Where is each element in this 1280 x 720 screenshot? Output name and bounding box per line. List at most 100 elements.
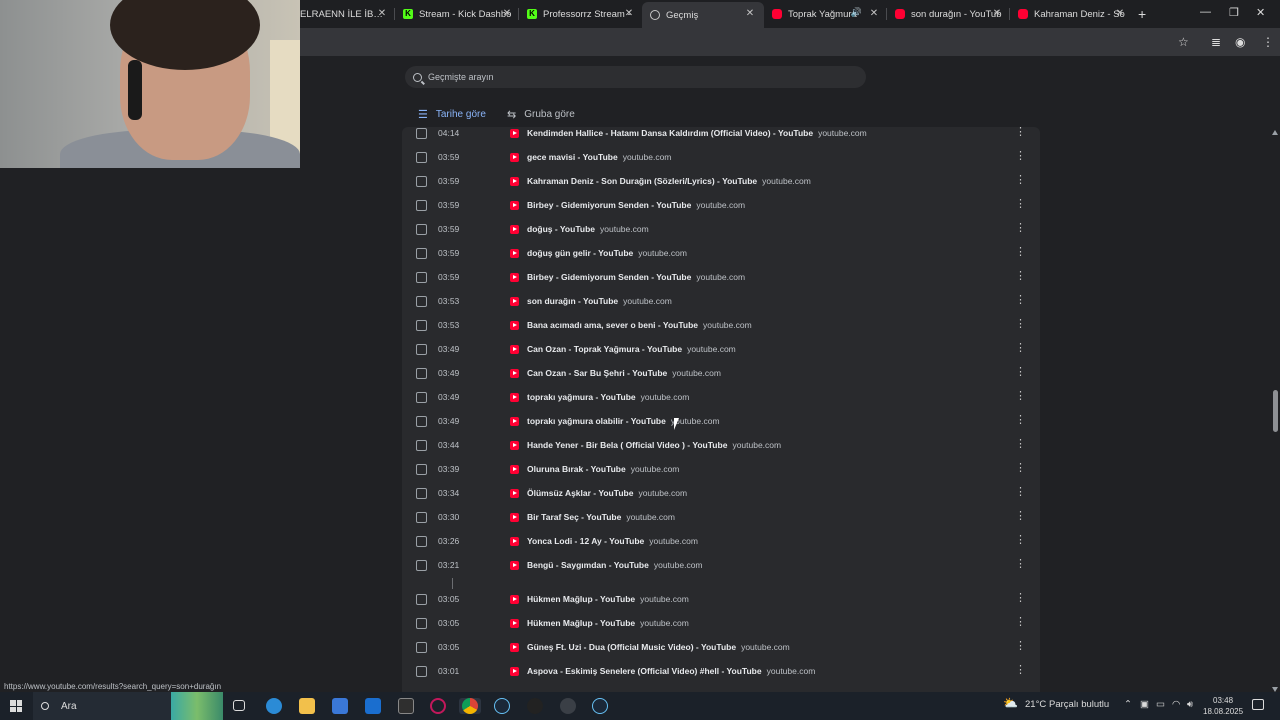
row-checkbox[interactable]: [416, 392, 427, 403]
more-actions-icon[interactable]: ⋮: [1015, 317, 1026, 330]
profile-icon[interactable]: ◉: [1235, 35, 1245, 49]
tab-history-active[interactable]: Geçmiş ✕: [642, 2, 764, 28]
history-link[interactable]: doğuş gün gelir - YouTube youtube.com: [527, 248, 687, 258]
history-row[interactable]: 03:05 Hükmen Mağlup - YouTube youtube.com ⋮: [402, 612, 1040, 636]
history-link[interactable]: Can Ozan - Toprak Yağmura - YouTube youtu…: [527, 344, 736, 354]
more-actions-icon[interactable]: ⋮: [1015, 663, 1026, 676]
app-g-icon[interactable]: [527, 698, 543, 714]
history-row[interactable]: 03:01 Aspova - Eskimiş Senelere (Official…: [402, 660, 1040, 684]
history-row[interactable]: 03:49 toprakı yağmura - YouTube youtube.co…: [402, 386, 1040, 410]
history-link[interactable]: Birbey - Gidemiyorum Senden - YouTube you…: [527, 200, 745, 210]
history-link[interactable]: toprakı yağmura - YouTube youtube.com: [527, 392, 689, 402]
row-checkbox[interactable]: [416, 272, 427, 283]
history-search-input[interactable]: Geçmişte arayın: [405, 66, 866, 88]
clock[interactable]: 03:48 18.08.2025: [1203, 695, 1243, 717]
history-row[interactable]: 03:44 Hande Yener - Bir Bela ( Official V…: [402, 434, 1040, 458]
history-row[interactable]: 03:26 Yonca Lodi - 12 Ay - YouTube youtube…: [402, 530, 1040, 554]
history-link[interactable]: toprakı yağmura olabilir - YouTube youtub…: [527, 416, 720, 426]
weather-temp[interactable]: 21°C: [1025, 699, 1046, 710]
row-checkbox[interactable]: [416, 248, 427, 259]
more-actions-icon[interactable]: ⋮: [1015, 615, 1026, 628]
scrollbar-thumb[interactable]: [1273, 390, 1278, 432]
media-controls-icon[interactable]: ≣: [1211, 35, 1221, 49]
more-actions-icon[interactable]: ⋮: [1015, 437, 1026, 450]
bookmark-star-icon[interactable]: ☆: [1178, 35, 1189, 49]
history-row[interactable]: 03:59 Birbey - Gidemiyorum Senden - YouTu…: [402, 266, 1040, 290]
history-link[interactable]: Can Ozan - Sar Bu Şehri - YouTube youtube…: [527, 368, 721, 378]
more-actions-icon[interactable]: ⋮: [1015, 197, 1026, 210]
history-row[interactable]: 03:39 Oluruna Bırak - YouTube youtube.com ⋮: [402, 458, 1040, 482]
more-actions-icon[interactable]: ⋮: [1015, 509, 1026, 522]
history-link[interactable]: Oluruna Bırak - YouTube youtube.com: [527, 464, 679, 474]
history-link[interactable]: Aspova - Eskimiş Senelere (Official Vide…: [527, 666, 815, 676]
weather-desc[interactable]: Parçalı bulutlu: [1049, 699, 1109, 710]
history-link[interactable]: Birbey - Gidemiyorum Senden - YouTube you…: [527, 272, 745, 282]
more-actions-icon[interactable]: ⋮: [1015, 461, 1026, 474]
history-row[interactable]: 03:21 Bengü - Saygımdan - YouTube youtube.…: [402, 554, 1040, 578]
history-link[interactable]: Bengü - Saygımdan - YouTube youtube.com: [527, 560, 703, 570]
history-link[interactable]: Kendimden Hallice - Hatamı Dansa Kaldırd…: [527, 128, 867, 138]
history-row[interactable]: 03:59 doğuş gün gelir - YouTube youtube.co…: [402, 242, 1040, 266]
history-link[interactable]: Yonca Lodi - 12 Ay - YouTube youtube.com: [527, 536, 698, 546]
history-link[interactable]: gece mavisi - YouTube youtube.com: [527, 152, 671, 162]
task-view-icon[interactable]: [233, 700, 245, 711]
close-icon[interactable]: ✕: [868, 8, 880, 20]
file-explorer-icon[interactable]: [299, 698, 315, 714]
row-checkbox[interactable]: [416, 152, 427, 163]
row-checkbox[interactable]: [416, 416, 427, 427]
row-checkbox[interactable]: [416, 642, 427, 653]
history-row[interactable]: 03:30 Bir Taraf Seç - YouTube youtube.com ⋮: [402, 506, 1040, 530]
close-icon[interactable]: ✕: [1114, 8, 1126, 20]
close-icon[interactable]: ✕: [744, 8, 756, 20]
more-actions-icon[interactable]: ⋮: [1015, 557, 1026, 570]
terminal-icon[interactable]: [398, 698, 414, 714]
row-checkbox[interactable]: [416, 176, 427, 187]
tab-by-group[interactable]: ⇆ Gruba göre: [507, 104, 575, 124]
more-actions-icon[interactable]: ⋮: [1015, 293, 1026, 306]
notification-icon[interactable]: [1252, 699, 1264, 710]
scrollbar[interactable]: [1270, 130, 1280, 692]
tab-kahraman-deniz[interactable]: Kahraman Deniz - So ✕: [1018, 4, 1126, 24]
history-link[interactable]: doğuş - YouTube youtube.com: [527, 224, 649, 234]
more-actions-icon[interactable]: ⋮: [1015, 365, 1026, 378]
menu-icon[interactable]: ⋮: [1262, 35, 1274, 49]
history-row[interactable]: 03:59 Kahraman Deniz - Son Durağın (Sözle…: [402, 170, 1040, 194]
tray-app-icon[interactable]: ▣: [1140, 699, 1149, 710]
new-tab-button[interactable]: +: [1138, 6, 1146, 22]
history-row[interactable]: 03:53 Bana acımadı ama, sever o beni - Yo…: [402, 314, 1040, 338]
more-actions-icon[interactable]: ⋮: [1015, 149, 1026, 162]
history-row[interactable]: 03:59 Birbey - Gidemiyorum Senden - YouTu…: [402, 194, 1040, 218]
history-row[interactable]: 03:49 Can Ozan - Toprak Yağmura - YouTube…: [402, 338, 1040, 362]
history-row[interactable]: 03:53 son durağın - YouTube youtube.com ⋮: [402, 290, 1040, 314]
row-checkbox[interactable]: [416, 512, 427, 523]
row-checkbox[interactable]: [416, 464, 427, 475]
more-actions-icon[interactable]: ⋮: [1015, 591, 1026, 604]
history-link[interactable]: Bana acımadı ama, sever o beni - YouTube…: [527, 320, 752, 330]
audio-playing-icon[interactable]: 🔊: [851, 7, 862, 18]
volume-icon[interactable]: 🔊︎: [1187, 699, 1193, 710]
history-row[interactable]: 03:59 doğuş - YouTube youtube.com ⋮: [402, 218, 1040, 242]
taskbar-search[interactable]: Ara: [33, 692, 223, 720]
chrome-taskbar-button[interactable]: [459, 698, 481, 714]
more-actions-icon[interactable]: ⋮: [1015, 413, 1026, 426]
tab-professorrz[interactable]: K Professorrz Stream - ✕: [527, 4, 635, 24]
steam-icon[interactable]: [592, 698, 608, 714]
close-icon[interactable]: ✕: [991, 8, 1003, 20]
row-checkbox[interactable]: [416, 666, 427, 677]
history-link[interactable]: Hande Yener - Bir Bela ( Official Video …: [527, 440, 781, 450]
row-checkbox[interactable]: [416, 320, 427, 331]
history-link[interactable]: Güneş Ft. Uzi - Dua (Official Music Vide…: [527, 642, 790, 652]
row-checkbox[interactable]: [416, 488, 427, 499]
close-icon[interactable]: ✕: [501, 8, 513, 20]
more-actions-icon[interactable]: ⋮: [1015, 533, 1026, 546]
row-checkbox[interactable]: [416, 594, 427, 605]
row-checkbox[interactable]: [416, 368, 427, 379]
opera-icon[interactable]: [430, 698, 446, 714]
more-actions-icon[interactable]: ⋮: [1015, 269, 1026, 282]
row-checkbox[interactable]: [416, 200, 427, 211]
row-checkbox[interactable]: [416, 224, 427, 235]
history-row[interactable]: 03:49 Can Ozan - Sar Bu Şehri - YouTube yo…: [402, 362, 1040, 386]
history-link[interactable]: Hükmen Mağlup - YouTube youtube.com: [527, 594, 689, 604]
row-checkbox[interactable]: [416, 560, 427, 571]
more-actions-icon[interactable]: ⋮: [1015, 173, 1026, 186]
